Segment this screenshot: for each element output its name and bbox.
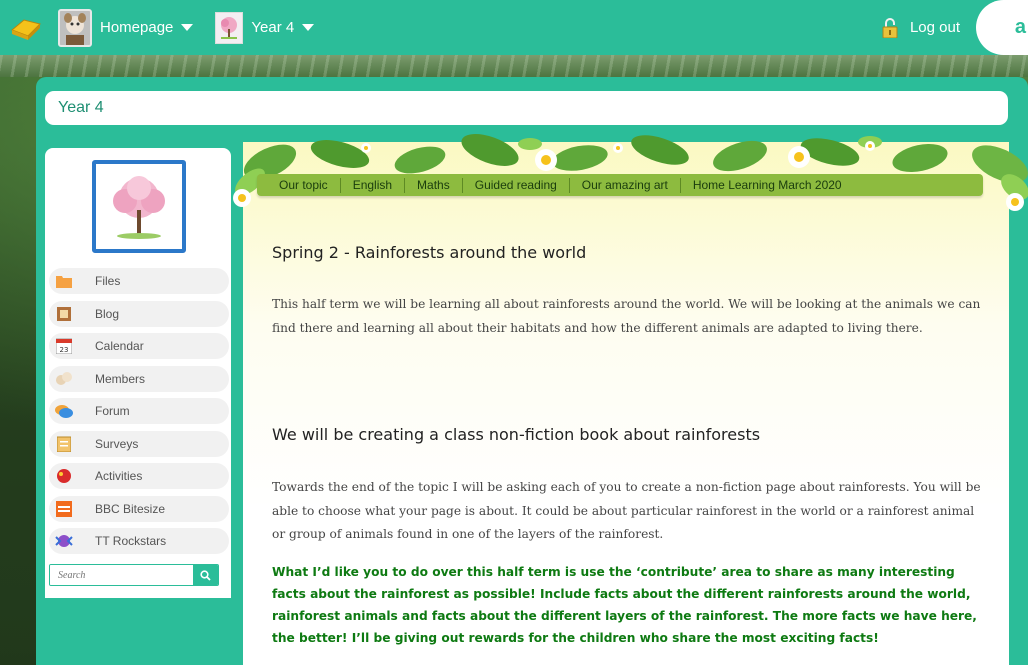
sidebar-item-bbc-bitesize[interactable]: BBC Bitesize bbox=[49, 495, 229, 522]
tab-our-amazing-art[interactable]: Our amazing art bbox=[570, 177, 681, 193]
sidebar-menu: Files Blog 23 Calendar Members Forum Sur… bbox=[49, 268, 229, 561]
svg-text:23: 23 bbox=[60, 346, 69, 354]
calendar-icon: 23 bbox=[55, 337, 73, 355]
members-icon bbox=[55, 370, 73, 388]
activities-icon bbox=[55, 467, 73, 485]
class-menu[interactable]: Year 4 bbox=[251, 19, 315, 36]
sidebar-item-members[interactable]: Members bbox=[49, 365, 229, 392]
tab-english[interactable]: English bbox=[341, 177, 406, 193]
body-paragraph: Towards the end of the topic I will be a… bbox=[272, 480, 981, 541]
tt-rockstars-icon bbox=[55, 532, 73, 550]
highlight-paragraph: What I’d like you to do over this half t… bbox=[272, 565, 977, 645]
intro-paragraph: This half term we will be learning all a… bbox=[272, 297, 981, 335]
search-button[interactable] bbox=[193, 565, 218, 585]
sidebar-item-label: Blog bbox=[95, 306, 120, 321]
class-thumbnail[interactable] bbox=[215, 11, 244, 44]
jungle-vine-decoration bbox=[233, 134, 1028, 211]
sidebar-item-forum[interactable]: Forum bbox=[49, 398, 229, 424]
blog-book-icon bbox=[55, 305, 73, 323]
sidebar-search bbox=[49, 564, 219, 586]
top-bar: Homepage Year 4 Log out a bbox=[0, 0, 1028, 55]
sidebar-item-label: Forum bbox=[95, 404, 130, 418]
class-menu-label: Year 4 bbox=[251, 19, 295, 36]
sidebar-item-label: Calendar bbox=[95, 339, 144, 353]
brand-logo: a bbox=[976, 0, 1028, 55]
sidebar-item-activities[interactable]: Activities bbox=[49, 463, 229, 489]
sidebar-item-surveys[interactable]: Surveys bbox=[49, 430, 229, 457]
lock-icon bbox=[882, 17, 898, 38]
sidebar-item-label: Members bbox=[95, 371, 146, 386]
survey-clipboard-icon bbox=[55, 435, 73, 453]
section-heading: Spring 2 - Rainforests around the world bbox=[272, 243, 587, 262]
logout-label: Log out bbox=[909, 19, 960, 36]
search-input[interactable] bbox=[50, 565, 193, 585]
sidebar-item-label: Files bbox=[95, 274, 121, 288]
section-heading: We will be creating a class non-fiction … bbox=[272, 425, 761, 444]
homepage-menu-label: Homepage bbox=[100, 19, 174, 36]
sidebar-item-label: Activities bbox=[95, 469, 143, 483]
sidebar: Files Blog 23 Calendar Members Forum Sur… bbox=[45, 148, 231, 598]
sidebar-item-files[interactable]: Files bbox=[49, 268, 229, 294]
sidebar-item-label: Surveys bbox=[95, 436, 139, 451]
jungle-background bbox=[0, 55, 1028, 77]
homepage-menu[interactable]: Homepage bbox=[100, 19, 194, 36]
tab-home-learning[interactable]: Home Learning March 2020 bbox=[681, 178, 854, 193]
page-title: Year 4 bbox=[58, 99, 104, 116]
chevron-down-icon bbox=[181, 24, 194, 31]
chevron-down-icon bbox=[302, 24, 315, 31]
sidebar-item-calendar[interactable]: 23 Calendar bbox=[49, 333, 229, 359]
sidebar-item-tt-rockstars[interactable]: TT Rockstars bbox=[49, 528, 229, 554]
page-title-bar: Year 4 bbox=[45, 91, 1008, 125]
sidebar-item-blog[interactable]: Blog bbox=[49, 300, 229, 327]
logout-button[interactable]: Log out bbox=[882, 17, 960, 38]
sidebar-item-label: BBC Bitesize bbox=[95, 501, 166, 516]
blossom-tree-icon bbox=[100, 167, 178, 246]
tab-maths[interactable]: Maths bbox=[405, 177, 463, 193]
forum-bubbles-icon bbox=[55, 402, 73, 420]
search-icon bbox=[200, 569, 211, 581]
brand-letter: a bbox=[1014, 16, 1026, 38]
topic-tabs: Our topic English Maths Guided reading O… bbox=[257, 174, 983, 196]
user-avatar[interactable] bbox=[58, 8, 92, 47]
tab-guided-reading[interactable]: Guided reading bbox=[463, 177, 570, 193]
home-logo-icon[interactable] bbox=[0, 0, 52, 55]
bbc-bitesize-icon bbox=[55, 500, 73, 518]
class-picture[interactable] bbox=[92, 160, 186, 253]
folder-icon bbox=[55, 272, 73, 290]
sidebar-item-label: TT Rockstars bbox=[95, 534, 167, 548]
tab-our-topic[interactable]: Our topic bbox=[270, 177, 341, 193]
